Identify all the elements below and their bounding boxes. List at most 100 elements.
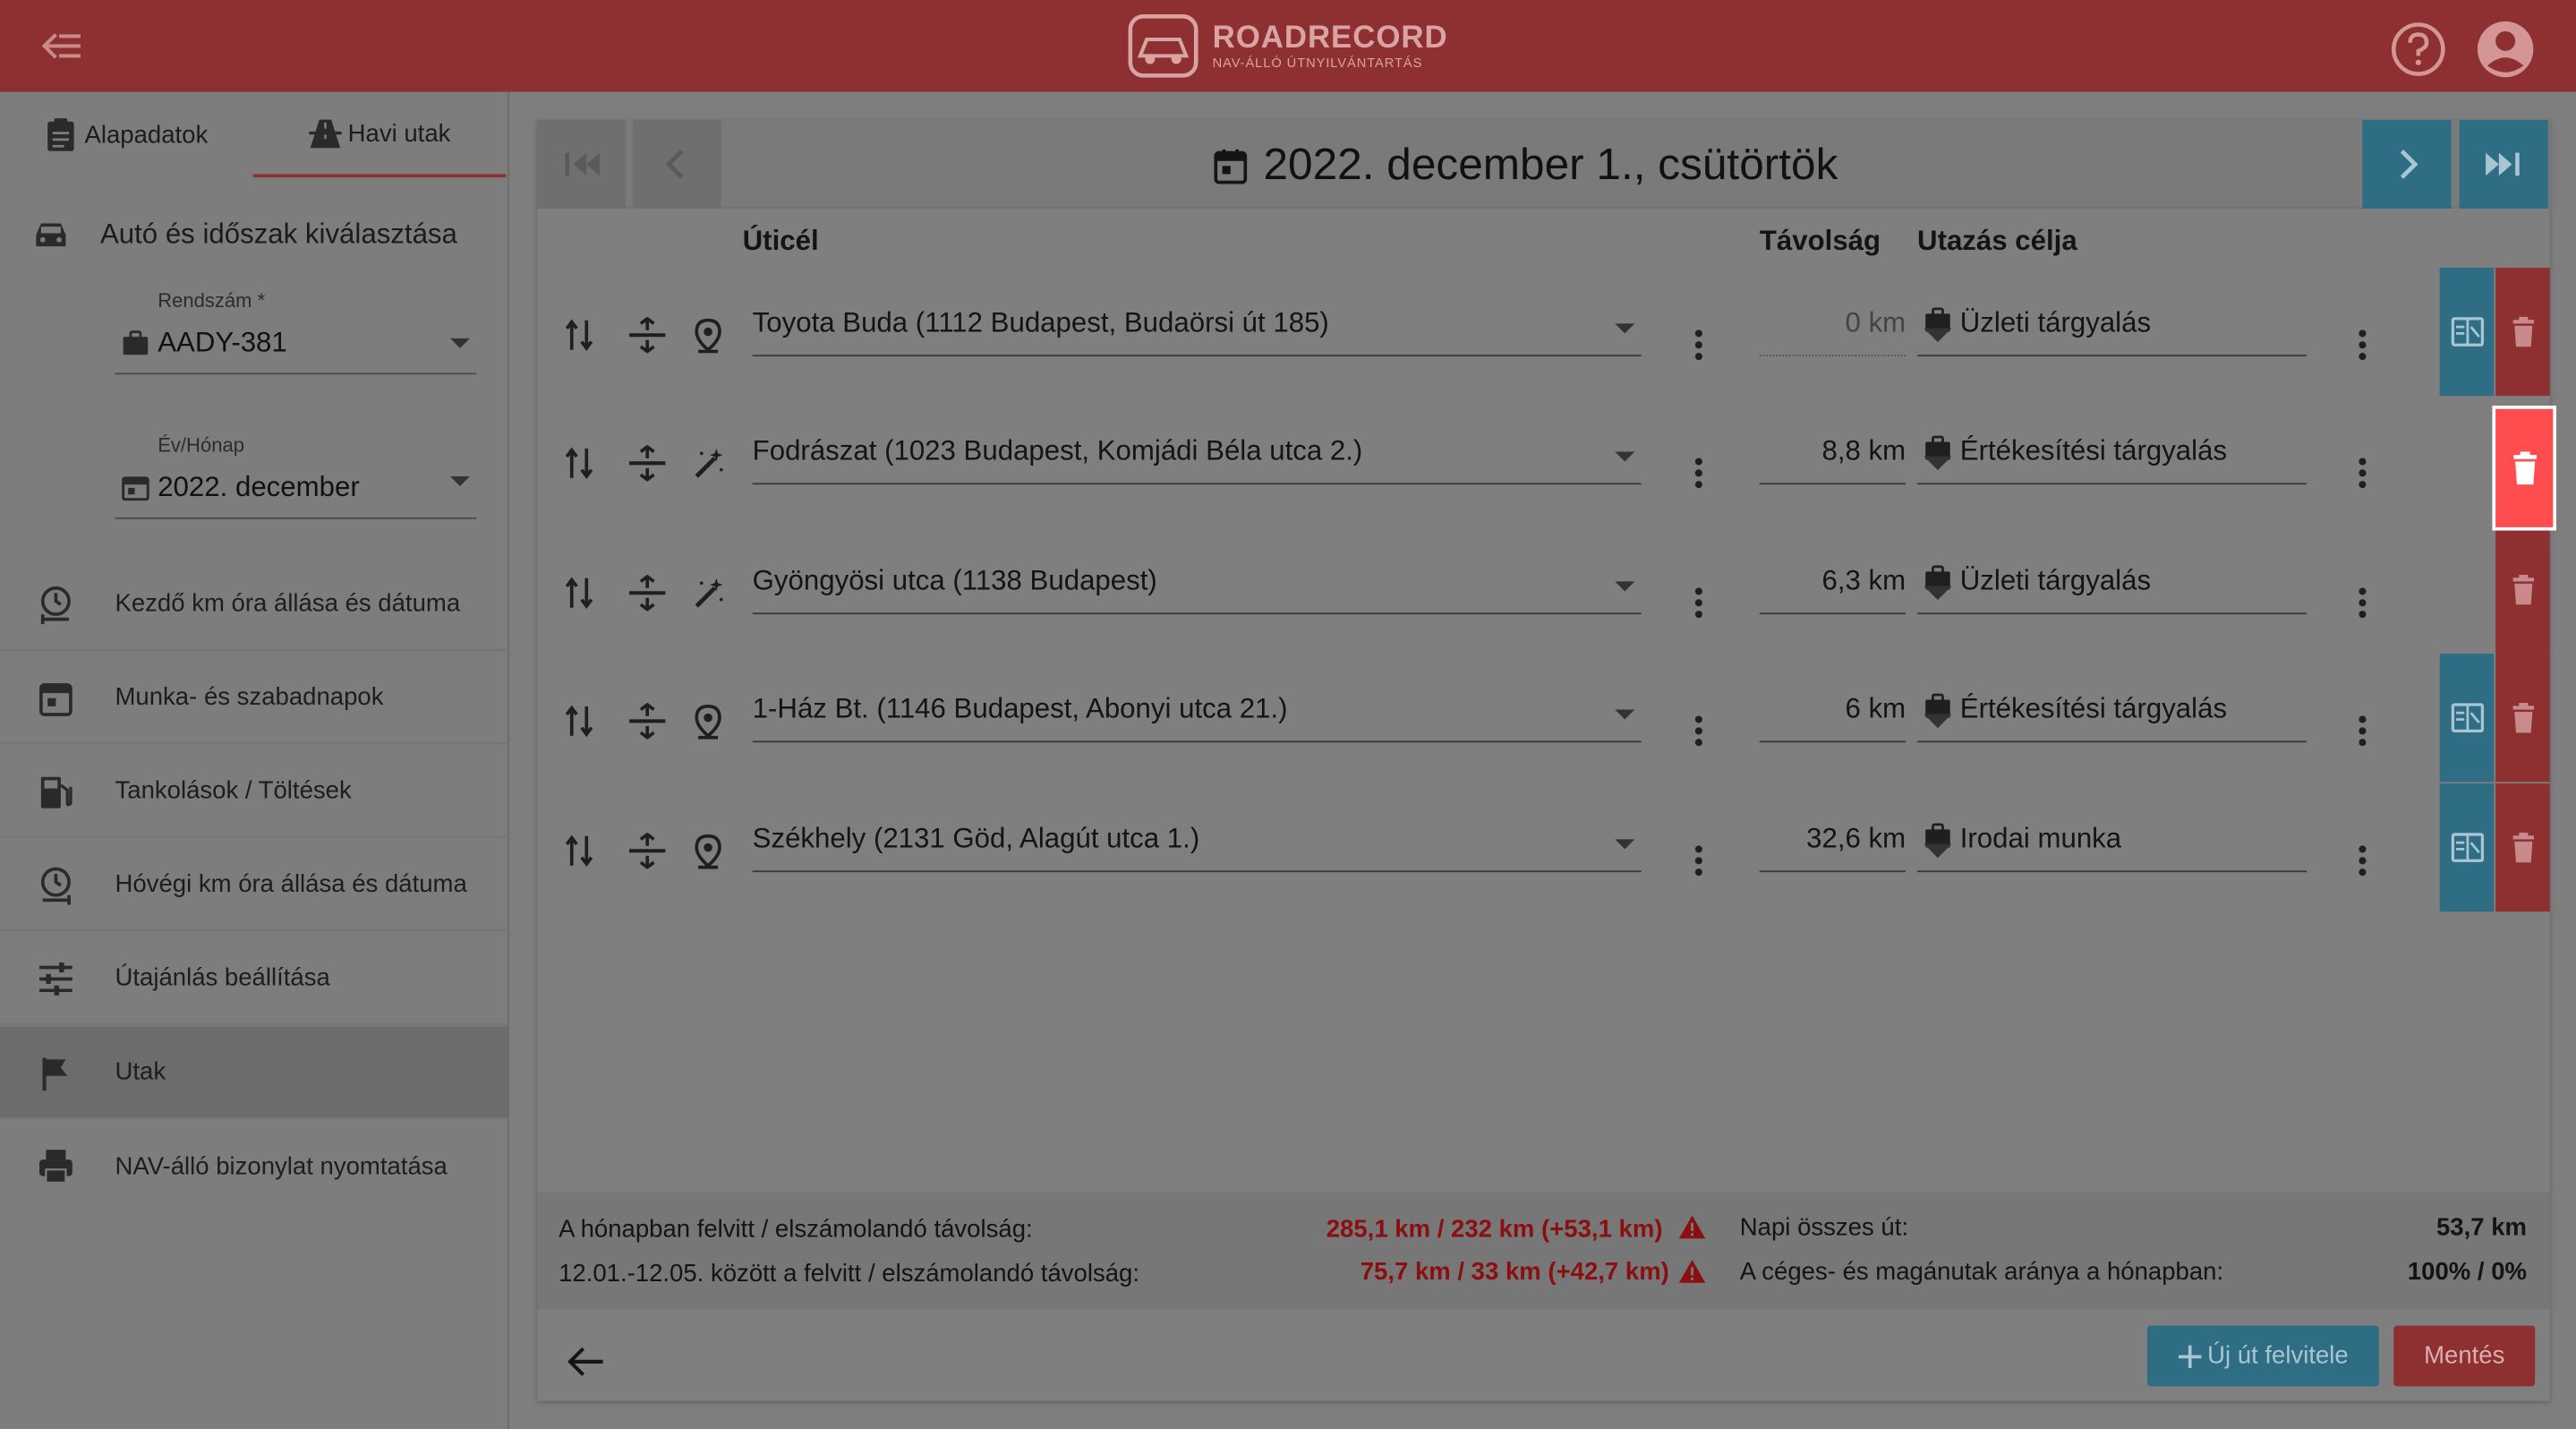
back-arrow-icon[interactable] [567, 1344, 606, 1380]
road-icon [308, 119, 342, 149]
fuel-icon [40, 775, 73, 808]
destination-select[interactable]: 1-Ház Bt. (1146 Budapest, Abonyi utca 21… [752, 689, 1642, 743]
menu-workdays[interactable]: Munka- és szabadnapok [0, 652, 510, 745]
odometer-start-icon [40, 585, 71, 624]
menu-fueling[interactable]: Tankolások / Töltések [0, 746, 510, 838]
purpose-select[interactable]: Üzleti tárgyalás [1917, 561, 2307, 615]
skip-last-icon [2486, 152, 2520, 176]
destination-select[interactable]: Toyota Buda (1112 Budapest, Budaörsi út … [752, 304, 1642, 357]
save-button[interactable]: Mentés [2393, 1325, 2536, 1387]
split-icon[interactable] [627, 833, 667, 869]
tab-label: Havi utak [347, 119, 451, 148]
next-day-button[interactable] [2362, 119, 2452, 209]
destination-more-icon[interactable] [1693, 586, 1703, 620]
swap-order-icon[interactable] [564, 703, 597, 739]
purpose-more-icon[interactable] [2358, 586, 2367, 620]
swap-order-icon[interactable] [564, 575, 597, 611]
mileage-sheet-icon [2450, 833, 2484, 862]
previous-day-button[interactable] [632, 119, 721, 209]
distance-value: 8,8 km [1821, 435, 1906, 466]
row-detail-button[interactable] [2439, 268, 2495, 397]
first-day-button[interactable] [537, 119, 627, 209]
trip-row: Székhely (2131 Göd, Alagút utca 1.) 32,6 … [537, 783, 2550, 912]
plate-select[interactable]: Rendszám * AADY-381 [115, 289, 477, 375]
purpose-text: Üzleti tárgyalás [1959, 565, 2152, 596]
purpose-select[interactable]: Értékesítési tárgyalás [1917, 689, 2307, 743]
account-icon[interactable] [2476, 20, 2535, 79]
location-pin-icon [695, 834, 721, 869]
distance-input[interactable]: 32,6 km [1759, 819, 1906, 873]
car-icon [36, 223, 66, 247]
menu-trips[interactable]: Utak [0, 1026, 510, 1119]
chevron-down-icon [1615, 581, 1635, 592]
ratio-label: A céges- és magánutak aránya a hónapban: [1739, 1258, 2224, 1287]
distance-value: 6,3 km [1821, 565, 1906, 596]
column-purpose: Utazás célja [1917, 225, 2077, 257]
row-detail-button[interactable] [2439, 654, 2495, 783]
delete-row-button[interactable] [2495, 526, 2550, 655]
split-icon[interactable] [627, 445, 667, 482]
destination-more-icon[interactable] [1693, 457, 1703, 490]
row-detail-button[interactable] [2439, 783, 2495, 912]
delete-row-button[interactable] [2495, 268, 2550, 397]
range-distance-value: 75,7 km / 33 km (+42,7 km) [1360, 1258, 1669, 1287]
clipboard-icon [48, 118, 75, 151]
distance-input[interactable]: 6,3 km [1759, 561, 1906, 615]
printer-icon [39, 1150, 73, 1184]
split-icon[interactable] [627, 703, 667, 740]
delete-row-button[interactable] [2495, 783, 2550, 912]
ratio-value: 100% / 0% [2407, 1258, 2527, 1287]
destination-select[interactable]: Gyöngyösi utca (1138 Budapest) [752, 561, 1642, 615]
help-icon[interactable] [2391, 21, 2446, 77]
delete-row-button-highlighted[interactable] [2492, 406, 2557, 531]
tab-alapadatok[interactable]: Alapadatok [0, 92, 253, 177]
swap-order-icon[interactable] [564, 833, 597, 869]
menu-label: Munka- és szabadnapok [115, 683, 384, 712]
chevron-down-icon [1923, 456, 1952, 471]
destination-more-icon[interactable] [1693, 329, 1703, 362]
chevron-right-icon [2400, 150, 2418, 179]
last-day-button[interactable] [2459, 119, 2548, 209]
brand-name: ROADRECORD [1212, 20, 1448, 56]
destination-more-icon[interactable] [1693, 844, 1703, 877]
column-destination: Úticél [742, 225, 819, 257]
distance-input[interactable]: 0 km [1759, 304, 1906, 357]
month-select[interactable]: Év/Hónap 2022. december [115, 433, 477, 519]
purpose-select[interactable]: Irodai munka [1917, 819, 2307, 873]
menu-end-odometer[interactable]: Hóvégi km óra állása és dátuma [0, 839, 510, 932]
swap-order-icon[interactable] [564, 445, 597, 481]
menu-collapse-icon[interactable] [39, 26, 85, 65]
destination-select[interactable]: Székhely (2131 Göd, Alagút utca 1.) [752, 819, 1642, 873]
purpose-more-icon[interactable] [2358, 844, 2367, 877]
skip-first-icon [565, 152, 600, 176]
warning-icon [1678, 1215, 1706, 1239]
purpose-select[interactable]: Üzleti tárgyalás [1917, 304, 2307, 357]
distance-input[interactable]: 8,8 km [1759, 432, 1906, 485]
destination-more-icon[interactable] [1693, 714, 1703, 748]
distance-input[interactable]: 6 km [1759, 689, 1906, 743]
trip-row: Fodrászat (1023 Budapest, Komjádi Béla u… [537, 396, 2549, 524]
menu-label: Tankolások / Töltések [115, 776, 352, 805]
menu-route-settings[interactable]: Útajánlás beállítása [0, 933, 510, 1025]
menu-start-odometer[interactable]: Kezdő km óra állása és dátuma [0, 559, 510, 651]
tab-havi-utak[interactable]: Havi utak [252, 92, 507, 178]
daily-total-label: Napi összes út: [1739, 1213, 1909, 1242]
swap-order-icon[interactable] [564, 317, 597, 353]
purpose-more-icon[interactable] [2358, 329, 2367, 362]
purpose-more-icon[interactable] [2358, 457, 2367, 490]
new-trip-button[interactable]: Új út felvitele [2146, 1325, 2379, 1387]
purpose-select[interactable]: Értékesítési tárgyalás [1917, 432, 2307, 485]
menu-print[interactable]: NAV-álló bizonylat nyomtatása [0, 1120, 509, 1212]
menu-label: NAV-álló bizonylat nyomtatása [115, 1151, 448, 1181]
destination-text: Székhely (2131 Göd, Alagút utca 1.) [752, 823, 1200, 854]
section-title: Autó és időszak kiválasztása [99, 218, 457, 250]
delete-row-button[interactable] [2495, 654, 2550, 783]
brand-tagline: NAV-ÁLLÓ ÚTNYILVÁNTARTÁS [1212, 55, 1423, 70]
location-pin-icon [695, 318, 721, 354]
trash-icon [2512, 316, 2534, 347]
split-icon[interactable] [627, 575, 667, 612]
trash-icon [2512, 574, 2534, 605]
purpose-more-icon[interactable] [2358, 714, 2367, 748]
split-icon[interactable] [627, 317, 667, 354]
destination-select[interactable]: Fodrászat (1023 Budapest, Komjádi Béla u… [752, 432, 1642, 485]
